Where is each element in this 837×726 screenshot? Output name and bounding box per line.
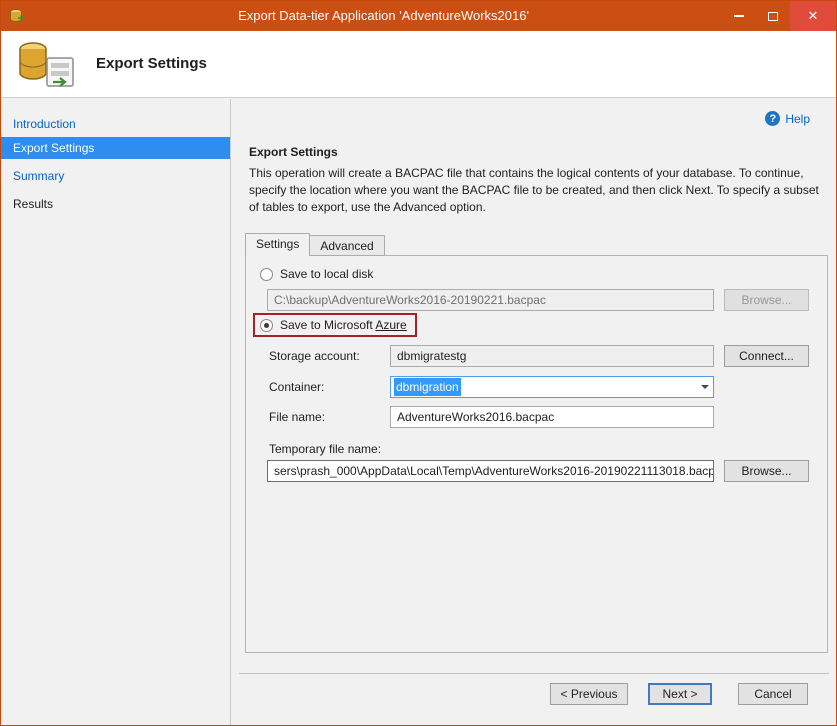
footer-divider (239, 673, 829, 674)
radio-selected-dot (264, 323, 269, 328)
window-controls: ✕ (722, 1, 836, 31)
file-name-label: File name: (269, 406, 325, 428)
sidebar-item-export-settings[interactable]: Export Settings (1, 137, 230, 159)
save-to-azure-label: Save to Microsoft Azure (280, 318, 407, 332)
help-link[interactable]: ? Help (765, 111, 810, 126)
next-button[interactable]: Next > (648, 683, 712, 705)
window-title: Export Data-tier Application 'AdventureW… (61, 1, 706, 31)
page-title: Export Settings (96, 55, 207, 72)
tab-settings[interactable]: Settings (245, 233, 310, 256)
description-text: This operation will create a BACPAC file… (249, 165, 829, 216)
save-to-local-disk-radio[interactable] (260, 268, 273, 281)
settings-tab-panel: Save to local disk C:\backup\AdventureWo… (245, 255, 828, 653)
cancel-button[interactable]: Cancel (738, 683, 808, 705)
temp-file-name-label: Temporary file name: (269, 438, 381, 460)
tab-advanced[interactable]: Advanced (310, 235, 384, 256)
container-dropdown-button[interactable] (696, 377, 713, 397)
close-icon: ✕ (808, 8, 819, 24)
container-selected-text: dbmigration (394, 378, 461, 396)
local-disk-browse-button: Browse... (724, 289, 809, 311)
minimize-button[interactable] (722, 1, 756, 31)
export-database-icon (17, 40, 77, 90)
azure-option-highlight-box: Save to Microsoft Azure (253, 313, 417, 337)
export-wizard-window: Export Data-tier Application 'AdventureW… (0, 0, 837, 726)
storage-account-field[interactable]: dbmigratestg (390, 345, 714, 367)
save-to-local-disk-label: Save to local disk (280, 267, 373, 281)
file-name-field[interactable]: AdventureWorks2016.bacpac (390, 406, 714, 428)
save-to-azure-option[interactable]: Save to Microsoft Azure (260, 318, 407, 332)
wizard-steps-sidebar: Introduction Export Settings Summary Res… (1, 99, 231, 725)
sidebar-item-results: Results (1, 193, 230, 215)
save-to-azure-radio[interactable] (260, 319, 273, 332)
maximize-button[interactable] (756, 1, 790, 31)
tab-strip: Settings Advanced (245, 233, 385, 256)
previous-button[interactable]: < Previous (550, 683, 628, 705)
help-label: Help (785, 112, 810, 126)
storage-account-label: Storage account: (269, 345, 360, 367)
section-title: Export Settings (249, 145, 338, 159)
sidebar-item-summary[interactable]: Summary (1, 165, 230, 187)
titlebar[interactable]: Export Data-tier Application 'AdventureW… (1, 1, 836, 31)
container-label: Container: (269, 376, 324, 398)
sidebar-item-introduction[interactable]: Introduction (1, 113, 230, 135)
maximize-icon (768, 12, 778, 21)
minimize-icon (734, 15, 744, 17)
container-combobox[interactable]: dbmigration (390, 376, 714, 398)
connect-button[interactable]: Connect... (724, 345, 809, 367)
close-button[interactable]: ✕ (790, 1, 836, 31)
save-to-local-disk-option[interactable]: Save to local disk (260, 267, 373, 281)
local-disk-path-field: C:\backup\AdventureWorks2016-20190221.ba… (267, 289, 714, 311)
chevron-down-icon (701, 385, 709, 389)
wizard-header: Export Settings (1, 31, 836, 98)
app-icon (9, 8, 25, 24)
help-icon: ? (765, 111, 780, 126)
temp-file-name-field[interactable]: sers\prash_000\AppData\Local\Temp\Advent… (267, 460, 714, 482)
temp-file-browse-button[interactable]: Browse... (724, 460, 809, 482)
